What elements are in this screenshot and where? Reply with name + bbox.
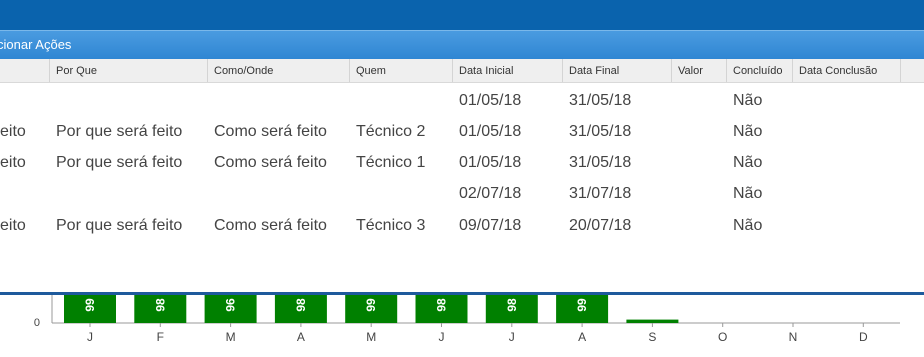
bars-layer: J 99 F 98 M 96 A 98 M 99 J 98 J 98 A 99 S 10 O N D [64,295,868,344]
column-header-por-que[interactable]: Por Que [49,59,207,82]
x-tick-label: J [509,330,515,344]
cell-data-inicial: 02/07/18 [459,185,522,202]
x-tick-label: D [859,330,868,344]
monthly-bar-chart: 0 J 99 F 98 M 96 A 98 M 99 J 98 J 98 A 99 S 10 O N D [0,295,924,357]
cell-data-inicial: 01/05/18 [459,92,522,109]
cell-concluido: Não [733,123,763,140]
cell-concluido: Não [733,217,763,234]
cell-concluido: Não [733,92,763,109]
column-header-data-final[interactable]: Data Final [562,59,671,82]
bar-data-label: 98 [505,298,519,312]
bar-data-label: 96 [224,298,238,312]
chart-svg: 0 J 99 F 98 M 96 A 98 M 99 J 98 J 98 A 99 S 10 O N D [34,295,900,344]
column-header-data-inicial[interactable]: Data Inicial [452,59,562,82]
x-tick-label: F [157,330,164,344]
cell-por-que: Por que será feito [56,123,183,140]
bar[interactable] [626,319,679,323]
bar-data-label: 99 [575,298,589,312]
panel-title: cionar Ações [0,37,72,52]
cell-concluido: Não [733,154,763,171]
column-header-quem[interactable]: Quem [349,59,452,82]
cell-data-final: 31/07/18 [569,185,632,202]
panel-header: cionar Ações [0,30,924,59]
cell-o-que: eito [0,123,26,140]
cell-quem: Técnico 3 [356,217,426,234]
bar-data-label: 10 [645,298,659,312]
app-top-bar [0,0,924,30]
table-header: Por Que Como/Onde Quem Data Inicial Data… [0,59,924,83]
cell-data-final: 31/05/18 [569,154,632,171]
x-tick-label: A [297,330,305,344]
cell-quem: Técnico 1 [356,154,426,171]
bar-data-label: 98 [294,298,308,312]
table-row[interactable]: 01/05/18 31/05/18 Não [0,85,924,116]
bar-data-label: 98 [435,298,449,312]
cell-quem: Técnico 2 [356,123,426,140]
cell-data-inicial: 09/07/18 [459,217,522,234]
column-header-concluido[interactable]: Concluído [726,59,792,82]
table-row[interactable]: eito Por que será feito Como será feito … [0,210,924,241]
table-row[interactable]: eito Por que será feito Como será feito … [0,147,924,178]
bar-data-label: 99 [364,298,378,312]
cell-por-que: Por que será feito [56,154,183,171]
x-tick-label: O [718,330,727,344]
cell-concluido: Não [733,185,763,202]
actions-table: 01/05/18 31/05/18 Não eito Por que será … [0,83,924,292]
bar-data-label: 99 [83,298,97,312]
cell-data-inicial: 01/05/18 [459,123,522,140]
x-tick-label: A [578,330,586,344]
cell-o-que: eito [0,154,26,171]
cell-por-que: Por que será feito [56,217,183,234]
x-tick-label: N [789,330,798,344]
x-tick-label: J [87,330,93,344]
cell-como-onde: Como será feito [214,154,327,171]
cell-data-final: 31/05/18 [569,92,632,109]
column-header-data-conclusao[interactable]: Data Conclusão [792,59,900,82]
column-header-valor[interactable]: Valor [671,59,726,82]
bar-data-label: 98 [153,298,167,312]
column-header-como-onde[interactable]: Como/Onde [207,59,349,82]
cell-data-inicial: 01/05/18 [459,154,522,171]
y-tick-label: 0 [34,317,40,329]
table-row[interactable]: eito Por que será feito Como será feito … [0,116,924,147]
cell-como-onde: Como será feito [214,123,327,140]
x-tick-label: S [648,330,656,344]
table-row[interactable]: 02/07/18 31/07/18 Não [0,178,924,209]
cell-data-final: 20/07/18 [569,217,632,234]
x-tick-label: M [366,330,376,344]
column-header-empty [900,59,924,82]
x-tick-label: J [439,330,445,344]
x-tick-label: M [226,330,236,344]
cell-data-final: 31/05/18 [569,123,632,140]
cell-o-que: eito [0,217,26,234]
cell-como-onde: Como será feito [214,217,327,234]
